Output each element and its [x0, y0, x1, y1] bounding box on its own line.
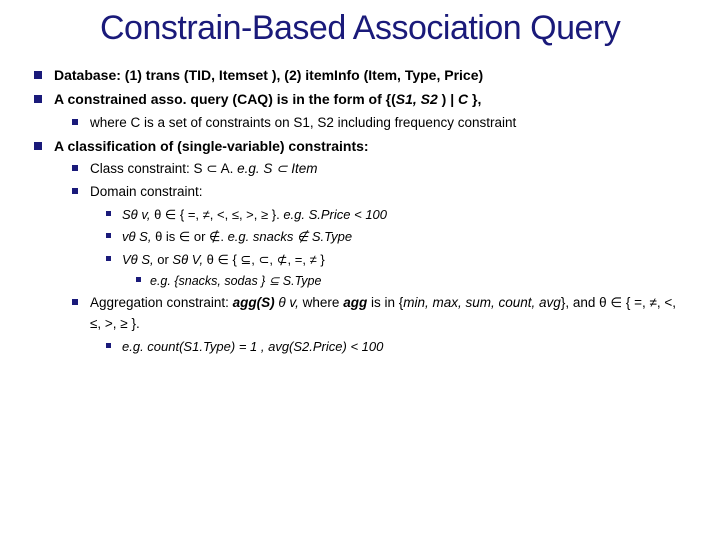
bullet-list: Database: (1) trans (TID, Itemset ), (2)…	[30, 65, 690, 357]
bullet-domain-2: vθ S, θ is ∈ or ∉. e.g. snacks ∉ S.Type	[106, 227, 690, 247]
bullet-caq-where: where C is a set of constraints on S1, S…	[72, 113, 690, 134]
bullet-aggregation: Aggregation constraint: agg(S) θ v, wher…	[72, 293, 690, 357]
bullet-domain-3-eg: e.g. {snacks, sodas } ⊆ S.Type	[136, 272, 690, 291]
bullet-database: Database: (1) trans (TID, Itemset ), (2)…	[34, 65, 690, 87]
bullet-domain-1: Sθ v, θ ∈ { =, ≠, <, ≤, >, ≥ }. e.g. S.P…	[106, 205, 690, 225]
bullet-domain-constraint: Domain constraint: Sθ v, θ ∈ { =, ≠, <, …	[72, 182, 690, 291]
bullet-aggregation-eg: e.g. count(S1.Type) = 1 , avg(S2.Price) …	[106, 337, 690, 357]
bullet-caq: A constrained asso. query (CAQ) is in th…	[34, 89, 690, 134]
slide-title: Constrain-Based Association Query	[100, 10, 690, 47]
bullet-domain-3: Vθ S, or Sθ V, θ ∈ { ⊆, ⊂, ⊄, =, ≠ } e.g…	[106, 250, 690, 292]
bullet-classification: A classification of (single-variable) co…	[34, 136, 690, 357]
slide: Constrain-Based Association Query Databa…	[0, 10, 720, 540]
bullet-class-constraint: Class constraint: S ⊂ A. e.g. S ⊂ Item	[72, 159, 690, 180]
